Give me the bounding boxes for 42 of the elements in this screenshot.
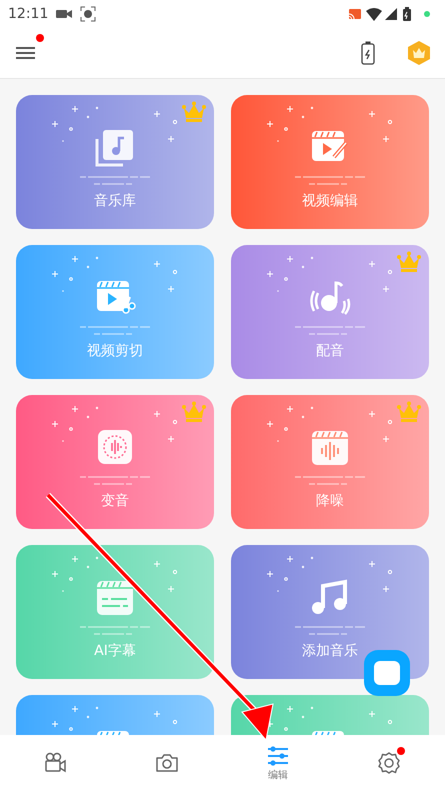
floating-button[interactable] [364, 650, 410, 696]
feature-card[interactable]: 降噪 [231, 395, 429, 529]
feature-card[interactable]: 配音 [231, 245, 429, 379]
feature-card[interactable]: AI字幕 [16, 545, 214, 679]
battery-saver-button[interactable] [361, 40, 375, 66]
music-library-icon [94, 127, 136, 169]
screen-record-icon [80, 6, 96, 22]
card-title: AI字幕 [94, 642, 136, 660]
menu-icon [16, 44, 36, 61]
sliders-icon [266, 744, 290, 768]
feature-card[interactable]: 添加音乐 [231, 545, 429, 679]
signal-icon [385, 8, 397, 20]
dash-lines-drawing [295, 475, 365, 486]
dash-lines-drawing [80, 475, 150, 486]
card-title: 配音 [316, 342, 344, 360]
crown-badge-icon [407, 40, 431, 66]
card-title: 视频编辑 [302, 192, 358, 210]
battery-charge-icon [361, 41, 375, 66]
status-dot-icon [423, 10, 431, 18]
dash-lines-drawing [80, 625, 150, 636]
battery-icon [403, 7, 411, 21]
card-title: 音乐库 [94, 192, 136, 210]
vip-button[interactable] [407, 40, 431, 66]
feature-card[interactable]: 变音 [16, 395, 214, 529]
dash-lines-drawing [295, 175, 365, 186]
wifi-icon [366, 8, 382, 20]
video-camera-icon [56, 8, 72, 20]
card-title: 添加音乐 [302, 642, 358, 660]
settings-icon [377, 751, 402, 775]
card-title: 视频剪切 [87, 342, 143, 360]
card-title: 降噪 [316, 492, 344, 510]
status-time: 12:11 [8, 4, 48, 24]
dash-lines-drawing [80, 175, 150, 186]
dash-lines-drawing [295, 325, 365, 336]
card-title: 变音 [101, 492, 129, 510]
dash-lines-drawing [295, 625, 365, 636]
cast-icon [348, 8, 362, 20]
feature-card[interactable]: 视频剪切 [16, 245, 214, 379]
dash-lines-drawing [80, 325, 150, 336]
feature-card[interactable]: 视频编辑 [231, 95, 429, 229]
movie-camera-icon [44, 751, 68, 775]
feature-card[interactable]: 音乐库 [16, 95, 214, 229]
